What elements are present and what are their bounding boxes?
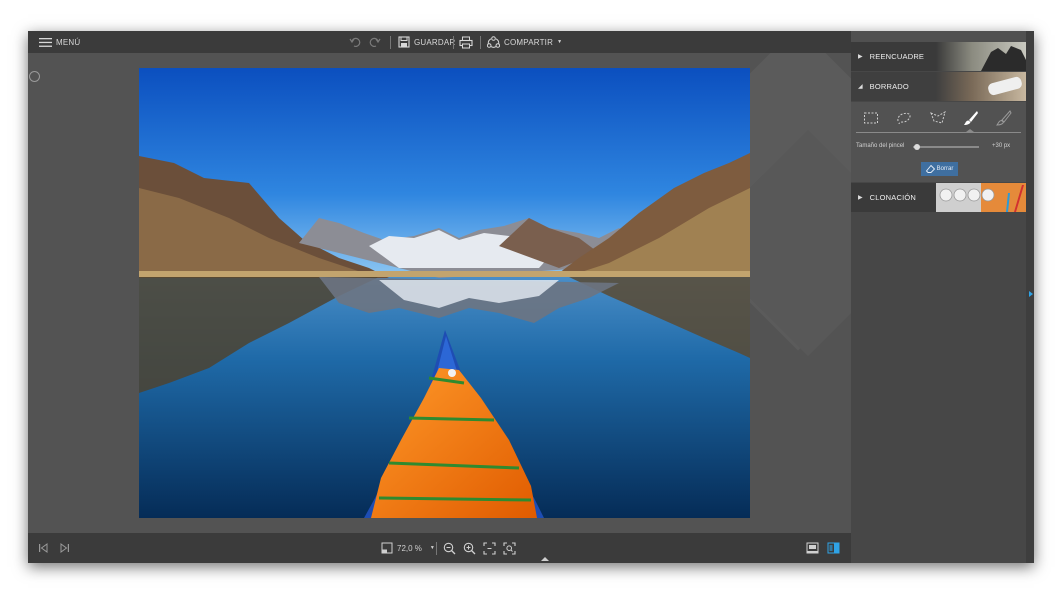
redo-button[interactable] — [369, 31, 381, 53]
undo-icon — [349, 37, 361, 47]
tool-brush[interactable] — [960, 108, 982, 128]
menu-button[interactable]: MENÚ — [39, 31, 80, 53]
app-window: MENÚ GUARDAR COMPARTIR ▼ 72,0 % ▼ ▶ REEN… — [28, 31, 1034, 563]
section-clone[interactable]: ▶ CLONACIÓN — [851, 183, 1026, 212]
save-label: GUARDAR — [414, 37, 456, 47]
menu-label: MENÚ — [56, 37, 81, 47]
save-icon — [398, 36, 410, 48]
edit-panel: ▶ REENCUADRE ◢ BORRADO Tamaño del pincel… — [851, 42, 1026, 563]
brush-size-slider[interactable] — [913, 144, 979, 150]
view-split-button[interactable] — [827, 540, 840, 556]
bottom-toolbar: 72,0 % ▼ — [28, 533, 851, 563]
view-split-icon — [827, 542, 840, 554]
hamburger-icon — [39, 37, 52, 47]
clone-thumbnail — [936, 183, 1026, 212]
zoom-frame-icon — [381, 542, 393, 554]
caret-down-icon: ▼ — [557, 39, 563, 45]
erase-thumbnail — [936, 72, 1026, 101]
photo-canvas[interactable] — [28, 53, 851, 533]
section-erase[interactable]: ◢ BORRADO — [851, 72, 1026, 101]
toolbar-divider — [480, 36, 481, 49]
brush-size-slider-thumb[interactable] — [913, 144, 920, 150]
brush-icon — [964, 111, 978, 125]
chevron-right-icon: ▶ — [858, 195, 863, 201]
actual-size-button[interactable] — [503, 540, 516, 556]
undo-button[interactable] — [349, 31, 361, 53]
recrop-thumbnail — [936, 42, 1026, 71]
toolbar-divider — [453, 36, 454, 49]
next-image-button[interactable] — [60, 540, 70, 556]
section-recrop[interactable]: ▶ REENCUADRE — [851, 42, 1026, 71]
zoom-value: 72,0 % — [397, 543, 422, 553]
eraser-brush-icon — [996, 110, 1012, 126]
zoom-in-icon — [463, 542, 476, 554]
toolbar-divider — [436, 542, 437, 555]
chevron-down-icon: ◢ — [858, 84, 863, 90]
share-label: COMPARTIR — [504, 37, 554, 47]
print-button[interactable] — [459, 31, 473, 53]
tool-polygon-lasso[interactable] — [927, 108, 949, 128]
brush-size-value: +30 px — [992, 143, 1011, 149]
save-button[interactable]: GUARDAR — [398, 31, 455, 53]
tool-lasso[interactable] — [893, 108, 915, 128]
top-toolbar: MENÚ GUARDAR COMPARTIR ▼ — [28, 31, 851, 53]
panel-edge — [1026, 31, 1034, 563]
redo-icon — [369, 37, 381, 47]
previous-image-button[interactable] — [38, 540, 48, 556]
erase-button[interactable]: Borrar — [921, 162, 958, 176]
expand-filmstrip-icon[interactable] — [541, 557, 549, 561]
zoom-select[interactable]: 72,0 % ▼ — [381, 540, 435, 556]
panel-collapse-arrow-icon[interactable] — [1029, 291, 1033, 297]
erase-tools-panel: Tamaño del pincel +30 px Borrar — [851, 102, 1026, 182]
caret-down-icon: ▼ — [429, 545, 435, 551]
lasso-icon — [897, 112, 911, 125]
share-button[interactable]: COMPARTIR ▼ — [487, 31, 562, 53]
actual-size-icon — [503, 541, 516, 555]
zoom-out-button[interactable] — [443, 540, 456, 556]
tool-eraser-brush[interactable] — [993, 108, 1015, 128]
zoom-out-icon — [443, 542, 456, 554]
section-erase-label: BORRADO — [869, 82, 909, 91]
chevron-right-icon: ▶ — [858, 54, 863, 60]
prev-icon — [39, 543, 48, 553]
tool-rect-select[interactable] — [860, 108, 882, 128]
rect-select-icon — [864, 112, 878, 124]
next-icon — [60, 543, 69, 553]
fit-to-screen-button[interactable] — [483, 540, 496, 556]
share-icon — [487, 36, 500, 48]
print-icon — [459, 36, 473, 48]
polygon-lasso-icon — [930, 111, 946, 124]
collapse-circle-icon[interactable] — [29, 71, 40, 82]
kayak-lake-photo — [139, 68, 750, 518]
toolbar-divider — [390, 36, 391, 49]
view-single-icon — [806, 542, 819, 554]
eraser-icon — [925, 165, 935, 173]
section-clone-label: CLONACIÓN — [869, 193, 917, 202]
erase-button-label: Borrar — [936, 166, 954, 172]
brush-size-label: Tamaño del pincel — [856, 143, 905, 149]
view-single-button[interactable] — [806, 540, 819, 556]
active-tool-marker — [966, 129, 974, 132]
zoom-in-button[interactable] — [463, 540, 476, 556]
fit-icon — [483, 541, 496, 555]
section-recrop-label: REENCUADRE — [869, 52, 925, 61]
tools-divider — [856, 132, 1021, 133]
